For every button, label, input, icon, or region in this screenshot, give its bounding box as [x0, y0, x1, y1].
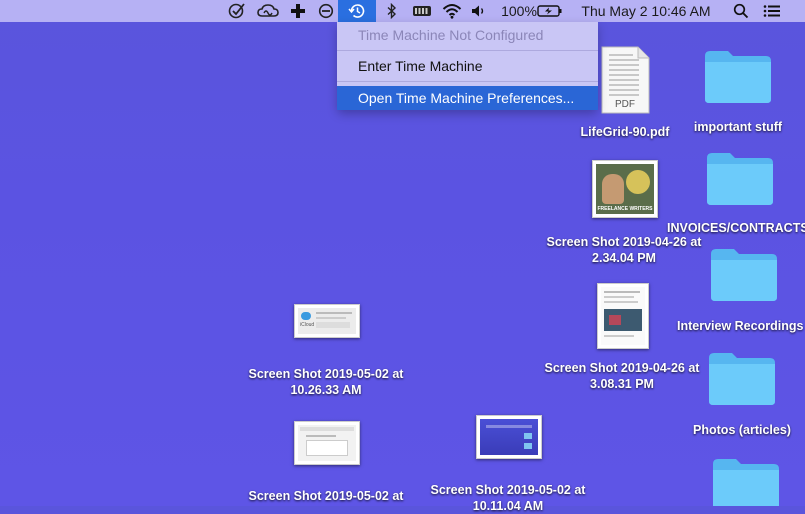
time-machine-menu: Time Machine Not Configured Enter Time M… [337, 22, 598, 110]
menu-separator [337, 81, 598, 82]
folder-icon [704, 48, 772, 104]
folder-label: INVOICES/CONTRACTS [667, 221, 805, 235]
folder-icon [708, 350, 776, 406]
wifi-icon[interactable] [440, 0, 464, 22]
folder-label: Photos (articles) [693, 423, 791, 437]
folder-label: important stuff [693, 120, 783, 134]
menu-separator [337, 50, 598, 51]
plus-icon[interactable] [288, 0, 308, 22]
pdf-badge: PDF [615, 99, 635, 110]
battery-icon[interactable] [536, 0, 564, 22]
folder-icon [712, 456, 780, 506]
screenshot-thumbnail: iCloud [294, 304, 360, 338]
folder-label: Interview Recordings [677, 319, 804, 333]
file-label: Screen Shot 2019-05-02 at [248, 489, 404, 503]
battery-percent[interactable]: 100% [501, 0, 537, 22]
file-label: Screen Shot 2019-05-02 at 10.26.33 AM [248, 367, 404, 397]
bluetooth-icon[interactable] [384, 0, 400, 22]
battery-meter-icon[interactable] [410, 0, 434, 22]
folder-icon [710, 246, 778, 302]
screenshot-thumbnail: FREELANCE WRITERS [592, 160, 658, 218]
notification-center-icon[interactable] [760, 0, 784, 22]
pdf-document-icon: PDF [600, 46, 650, 114]
menu-item-time-machine-not-configured: Time Machine Not Configured [358, 27, 544, 43]
file-label: LifeGrid-90.pdf [580, 125, 670, 139]
menu-bar: 100% Thu May 2 10:46 AM [0, 0, 805, 22]
menu-item-enter-time-machine[interactable]: Enter Time Machine [337, 54, 598, 78]
folder-icon [706, 150, 774, 206]
checkmark-circle-icon[interactable] [226, 0, 248, 22]
time-machine-icon[interactable] [338, 0, 376, 22]
spotlight-search-icon[interactable] [730, 0, 752, 22]
menubar-clock[interactable]: Thu May 2 10:46 AM [573, 0, 719, 22]
screenshot-thumbnail [294, 421, 360, 465]
volume-icon[interactable] [468, 0, 490, 22]
creative-cloud-icon[interactable] [256, 0, 280, 22]
screenshot-thumbnail [476, 415, 542, 459]
file-label: Screen Shot 2019-04-26 at 3.08.31 PM [544, 361, 700, 391]
do-not-disturb-icon[interactable] [316, 0, 336, 22]
file-label: Screen Shot 2019-05-02 at 10.11.04 AM [430, 483, 586, 513]
screenshot-thumbnail [597, 283, 649, 349]
file-label: Screen Shot 2019-04-26 at 2.34.04 PM [546, 235, 702, 265]
menu-item-open-time-machine-preferences[interactable]: Open Time Machine Preferences... [337, 86, 598, 110]
